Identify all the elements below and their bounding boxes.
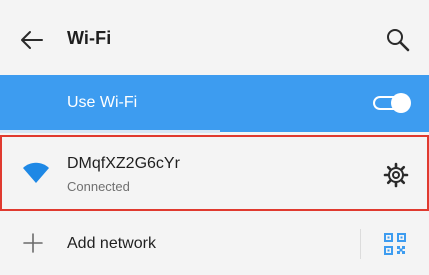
qr-code-icon[interactable] [383, 232, 407, 256]
network-item-connected[interactable]: DMqfXZ2G6cYr Connected [0, 135, 429, 211]
divider [360, 229, 361, 259]
arrow-left-icon [21, 31, 43, 49]
wifi-switch[interactable] [373, 93, 411, 113]
network-name: DMqfXZ2G6cYr [67, 155, 180, 172]
switch-thumb [391, 93, 411, 113]
network-settings-button[interactable] [382, 161, 410, 189]
search-icon [387, 29, 410, 52]
plus-icon[interactable] [22, 232, 44, 254]
app-header: Wi-Fi [0, 0, 429, 75]
network-status: Connected [67, 179, 130, 194]
scroll-indicator [0, 130, 220, 133]
wifi-icon [23, 162, 49, 183]
page-title: Wi-Fi [67, 28, 112, 48]
back-button[interactable] [18, 26, 46, 54]
add-network-row: Add network [0, 213, 429, 275]
search-button[interactable] [383, 25, 413, 55]
use-wifi-label: Use Wi-Fi [67, 94, 138, 111]
gear-icon [383, 162, 409, 188]
use-wifi-toggle-row[interactable]: Use Wi-Fi [0, 75, 429, 132]
add-network-button[interactable]: Add network [67, 235, 156, 253]
